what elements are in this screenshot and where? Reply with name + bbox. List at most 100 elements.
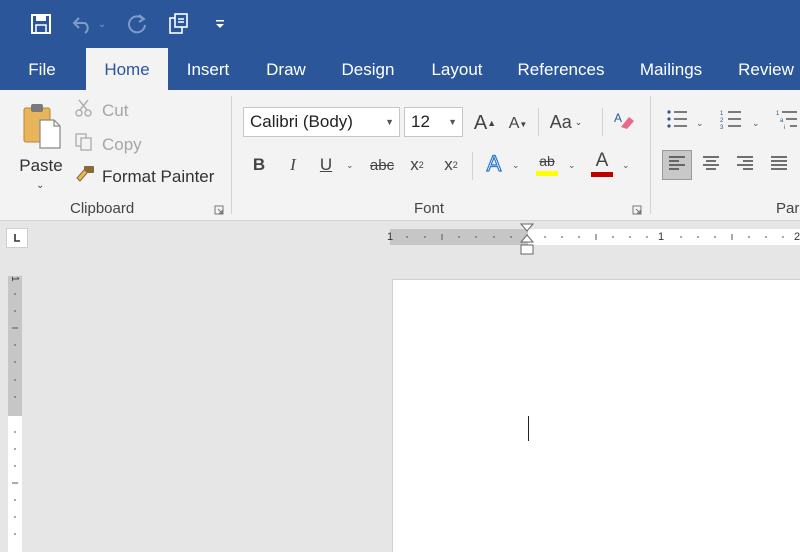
justify-button[interactable] <box>766 152 792 178</box>
underline-dropdown-icon[interactable]: ⌄ <box>346 160 354 171</box>
align-left-icon <box>668 155 686 176</box>
clipboard-launcher-icon[interactable] <box>214 202 226 215</box>
redo-icon[interactable] <box>124 10 150 38</box>
bullets-dropdown-icon[interactable]: ⌄ <box>696 118 704 129</box>
shrink-font-icon: A <box>508 115 520 132</box>
subscript-mark: 2 <box>418 160 424 170</box>
shrink-font-button[interactable]: A ▼ <box>506 112 530 136</box>
font-name-value: Calibri (Body) <box>250 112 353 131</box>
grow-font-icon: A <box>473 111 488 134</box>
change-case-label: Aa <box>549 111 572 132</box>
text-effects-button[interactable]: A <box>480 150 508 178</box>
font-size-select[interactable]: 12 ▼ <box>404 107 463 137</box>
copy-button[interactable]: Copy <box>74 132 142 157</box>
paste-dropdown-icon[interactable]: ⌄ <box>36 180 44 191</box>
scissors-icon <box>74 98 96 123</box>
tab-mailings[interactable]: Mailings <box>628 48 714 90</box>
subscript-label: x <box>410 155 419 174</box>
undo-dropdown-icon[interactable]: ⌄ <box>96 10 108 38</box>
chevron-down-icon: ▼ <box>385 117 394 127</box>
strikethrough-label: abc <box>369 156 395 174</box>
svg-text:A: A <box>614 111 622 125</box>
justify-icon <box>770 155 788 176</box>
svg-text:3: 3 <box>720 125 724 129</box>
group-divider <box>231 96 232 214</box>
tab-insert[interactable]: Insert <box>176 48 240 90</box>
indent-markers-icon[interactable] <box>519 223 535 257</box>
font-size-value: 12 <box>411 112 430 131</box>
subscript-button[interactable]: x2 <box>404 152 430 178</box>
font-color-bar <box>591 171 613 177</box>
ruler-number: 1 <box>658 231 665 243</box>
customize-qat-icon[interactable] <box>212 10 228 38</box>
font-launcher-icon[interactable] <box>632 202 644 215</box>
tab-references[interactable]: References <box>510 48 612 90</box>
ruler-ticks <box>406 234 784 240</box>
superscript-button[interactable]: x2 <box>438 152 464 178</box>
vertical-ruler-ticks <box>12 293 18 535</box>
undo-icon[interactable] <box>70 10 96 38</box>
font-group-label: Font <box>414 200 445 217</box>
paste-button[interactable]: Paste ⌄ <box>10 96 70 200</box>
superscript-mark: 2 <box>452 160 458 170</box>
numbering-dropdown-icon[interactable]: ⌄ <box>752 118 760 129</box>
paste-icon <box>22 100 62 150</box>
paste-label: Paste <box>19 156 63 175</box>
bold-button[interactable]: B <box>248 152 270 178</box>
group-divider <box>650 96 651 214</box>
svg-text:1: 1 <box>720 111 724 117</box>
left-tab-icon <box>14 234 20 242</box>
ribbon-tab-bar: File Home Insert Draw Design Layout Refe… <box>0 48 800 90</box>
clear-formatting-button[interactable]: A <box>610 108 638 136</box>
align-left-button[interactable] <box>662 150 692 180</box>
tab-design[interactable]: Design <box>334 48 402 90</box>
numbering-icon: 123 <box>720 109 742 134</box>
font-color-icon: A <box>595 149 609 171</box>
bullets-icon <box>666 109 688 134</box>
align-center-icon <box>702 155 720 176</box>
change-case-button[interactable]: Aa ⌄ <box>546 108 586 136</box>
align-center-button[interactable] <box>698 152 724 178</box>
superscript-label: x <box>444 155 453 174</box>
divider <box>538 108 539 136</box>
text-effects-dropdown-icon[interactable]: ⌄ <box>512 160 520 171</box>
tab-home[interactable]: Home <box>86 48 168 90</box>
align-right-button[interactable] <box>732 152 758 178</box>
divider <box>602 108 603 136</box>
text-effects-icon: A <box>486 150 502 176</box>
italic-button[interactable]: I <box>282 152 304 178</box>
tab-review[interactable]: Review <box>732 48 800 90</box>
text-cursor <box>528 416 529 441</box>
copy-label: Copy <box>102 134 142 154</box>
numbering-button[interactable]: 123 <box>718 108 744 134</box>
underline-button[interactable]: U <box>314 152 338 178</box>
tab-file[interactable]: File <box>14 48 70 90</box>
grow-font-button[interactable]: A ▲ <box>472 110 498 136</box>
underline-label: U <box>319 155 333 174</box>
font-name-select[interactable]: Calibri (Body) ▼ <box>243 107 400 137</box>
svg-text:a: a <box>780 118 784 124</box>
highlight-button[interactable]: ab <box>532 150 562 178</box>
save-icon[interactable] <box>28 10 54 38</box>
font-color-button[interactable]: A <box>588 150 616 178</box>
tab-layout[interactable]: Layout <box>420 48 494 90</box>
highlight-dropdown-icon[interactable]: ⌄ <box>568 160 576 171</box>
align-right-icon <box>736 155 754 176</box>
svg-text:2: 2 <box>720 118 724 124</box>
title-bar: ⌄ <box>0 0 800 48</box>
cut-button[interactable]: Cut <box>74 98 128 123</box>
multilevel-list-button[interactable]: 1ai <box>774 108 800 134</box>
tab-selector[interactable] <box>6 228 28 248</box>
bullets-button[interactable] <box>664 108 690 134</box>
copy-icon <box>74 132 96 157</box>
format-painter-label: Format Painter <box>102 166 215 186</box>
chevron-down-icon: ▼ <box>448 117 457 127</box>
font-color-dropdown-icon[interactable]: ⌄ <box>622 160 630 171</box>
italic-label: I <box>290 155 296 174</box>
svg-text:1: 1 <box>776 111 780 117</box>
tab-draw[interactable]: Draw <box>256 48 316 90</box>
document-page[interactable] <box>392 279 800 552</box>
strikethrough-button[interactable]: abc <box>366 152 398 178</box>
format-painter-button[interactable]: Format Painter <box>74 164 214 189</box>
touch-mode-icon[interactable] <box>166 10 192 38</box>
